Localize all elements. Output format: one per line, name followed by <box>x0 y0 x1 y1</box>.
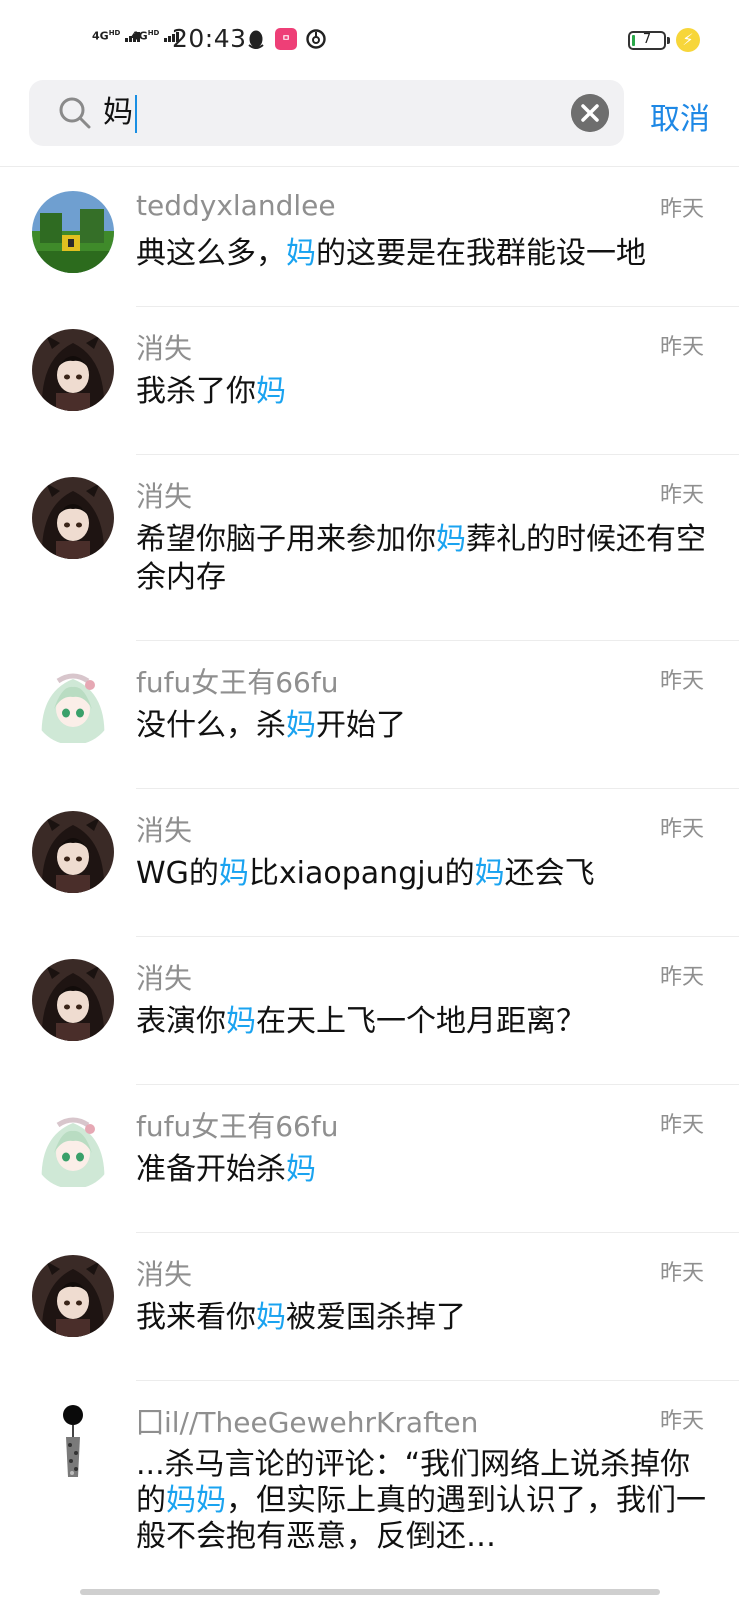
cancel-button[interactable]: 取消 <box>650 94 710 138</box>
message-date: 昨天 <box>660 1113 705 1138</box>
message-snippet: 我来看你妈被爱国杀掉了 <box>136 1299 716 1337</box>
sender-name: 消失 <box>136 480 193 513</box>
message-date: 昨天 <box>660 483 705 508</box>
sender-name: 囗il//TheeGewehrKraften <box>136 1406 479 1439</box>
avatar[interactable] <box>32 1255 114 1337</box>
avatar[interactable] <box>32 811 114 893</box>
message-text: 希望你脑子用来参加你 <box>136 522 436 557</box>
message-snippet: ...杀马言论的评论：“我们网络上说杀掉你的妈妈，但实际上真的遇到认识了，我们一… <box>136 1447 716 1555</box>
netease-music-icon <box>306 29 326 49</box>
home-indicator[interactable] <box>80 1589 660 1595</box>
avatar[interactable] <box>32 663 114 745</box>
avatar[interactable] <box>32 477 114 559</box>
message-text: 比xiaopangju的 <box>248 856 475 891</box>
highlighted-keyword: 妈 <box>474 856 505 891</box>
chat-result-row[interactable]: fufu女王有66fu 昨天没什么，杀妈开始了 <box>0 641 739 789</box>
battery-level: 7 <box>642 32 652 47</box>
avatar[interactable] <box>32 959 114 1041</box>
message-text: 在天上飞一个地月距离？ <box>256 1004 586 1039</box>
search-query-text: 妈 <box>103 95 133 130</box>
chat-result-row[interactable]: 消失 昨天 WG的妈比xiaopangju的妈还会飞 <box>0 789 739 937</box>
qq-penguin-icon <box>248 30 264 49</box>
message-snippet: 准备开始杀妈 <box>136 1151 716 1189</box>
chat-result-row[interactable]: 消失 昨天表演你妈在天上飞一个地月距离？ <box>0 937 739 1085</box>
message-text: 我杀了你 <box>136 374 256 409</box>
message-snippet: 典这么多，妈的这要是在我群能设一地 <box>136 235 716 273</box>
message-text: 开始了 <box>316 708 406 743</box>
message-date: 昨天 <box>660 1409 705 1434</box>
clear-search-icon[interactable] <box>571 94 609 132</box>
signal-type-label: 4G <box>92 29 109 43</box>
sender-name: 消失 <box>136 332 193 365</box>
message-text: WG的 <box>136 856 219 891</box>
sender-name: 消失 <box>136 962 193 995</box>
signal-hd-label: HD <box>108 29 121 37</box>
highlighted-keyword: 妈 <box>256 1300 286 1335</box>
message-date: 昨天 <box>660 669 705 694</box>
highlighted-keyword: 妈 <box>256 374 286 409</box>
app-notification-icon: ㅁ <box>275 28 297 50</box>
message-snippet: 表演你妈在天上飞一个地月距离？ <box>136 1003 716 1041</box>
message-date: 昨天 <box>660 817 705 842</box>
search-icon <box>59 97 91 129</box>
highlighted-keyword: 妈 <box>286 236 316 271</box>
sender-name: teddyxlandlee <box>136 189 336 222</box>
chat-result-row[interactable]: 消失 昨天我杀了你妈 <box>0 307 739 455</box>
message-date: 昨天 <box>660 197 705 222</box>
avatar[interactable] <box>32 1403 114 1485</box>
sender-name: 消失 <box>136 814 193 847</box>
battery-icon: 7 <box>628 31 670 50</box>
highlighted-keyword: 妈 <box>226 1004 256 1039</box>
highlighted-keyword: 妈 <box>436 522 466 557</box>
message-date: 昨天 <box>660 1261 705 1286</box>
status-bar: 4GHD 4GHD 20:43 ㅁ 7 ⚡ <box>0 0 739 78</box>
message-text: 我来看你 <box>136 1300 256 1335</box>
message-snippet: 我杀了你妈 <box>136 373 716 411</box>
signal-hd-label: HD <box>147 29 160 37</box>
charging-icon: ⚡ <box>676 28 700 52</box>
sender-name: fufu女王有66fu <box>136 1110 339 1143</box>
chat-result-row[interactable]: teddyxlandlee 昨天典这么多，妈的这要是在我群能设一地 <box>0 167 739 307</box>
message-text: 准备开始杀 <box>136 1152 286 1187</box>
message-date: 昨天 <box>660 965 705 990</box>
chat-result-row[interactable]: 消失 昨天希望你脑子用来参加你妈葬礼的时候还有空余内存 <box>0 455 739 641</box>
sender-name: fufu女王有66fu <box>136 666 339 699</box>
search-input[interactable]: 妈 <box>103 93 137 133</box>
message-text: 被爱国杀掉了 <box>286 1300 466 1335</box>
message-text: 典这么多， <box>136 236 286 271</box>
text-cursor <box>135 94 137 133</box>
message-text: 没什么，杀 <box>136 708 286 743</box>
chat-result-row[interactable]: 囗il//TheeGewehrKraften 昨天 ...杀马言论的评论：“我们网络… <box>0 1381 739 1554</box>
chat-result-row[interactable]: 消失 昨天我来看你妈被爱国杀掉了 <box>0 1233 739 1381</box>
highlighted-keyword: 妈 <box>286 1152 316 1187</box>
avatar[interactable] <box>32 1107 114 1189</box>
search-bar[interactable]: 妈 <box>29 80 624 146</box>
message-text: 还会飞 <box>504 856 595 891</box>
avatar[interactable] <box>32 329 114 411</box>
avatar[interactable] <box>32 191 114 273</box>
message-snippet: 希望你脑子用来参加你妈葬礼的时候还有空余内存 <box>136 521 716 597</box>
chat-result-row[interactable]: fufu女王有66fu 昨天准备开始杀妈 <box>0 1085 739 1233</box>
message-snippet: WG的妈比xiaopangju的妈还会飞 <box>136 855 716 893</box>
message-text: 的这要是在我群能设一地 <box>316 236 646 271</box>
clock: 20:43 <box>172 24 247 53</box>
sender-name: 消失 <box>136 1258 193 1291</box>
message-date: 昨天 <box>660 335 705 360</box>
highlighted-keyword: 妈妈 <box>166 1483 226 1518</box>
signal-type-label: 4G <box>131 29 148 43</box>
message-snippet: 没什么，杀妈开始了 <box>136 707 716 745</box>
highlighted-keyword: 妈 <box>218 856 249 891</box>
message-text: 表演你 <box>136 1004 226 1039</box>
highlighted-keyword: 妈 <box>286 708 316 743</box>
